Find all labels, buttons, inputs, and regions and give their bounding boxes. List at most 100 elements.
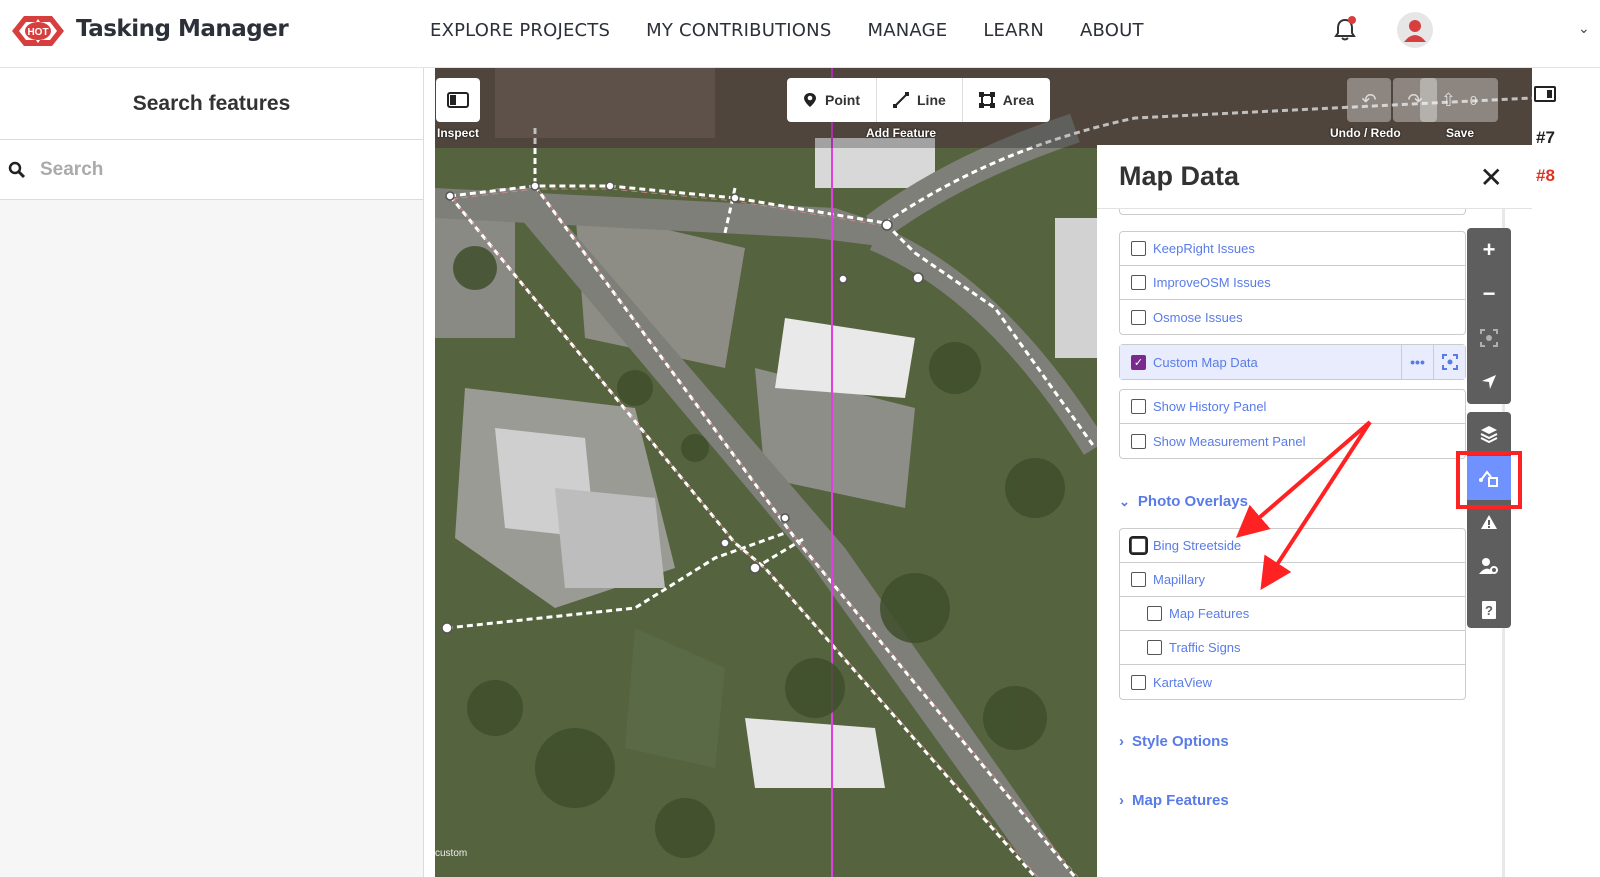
point-label: Point bbox=[825, 92, 860, 108]
zoom-controls: + − bbox=[1467, 228, 1511, 404]
sidebar-header: Search features bbox=[0, 68, 423, 140]
checkbox[interactable] bbox=[1131, 538, 1146, 553]
section-title: Map Features bbox=[1132, 792, 1229, 809]
annotation-tag-b: #8 bbox=[1536, 166, 1555, 185]
more-options-button[interactable]: ••• bbox=[1401, 345, 1433, 379]
inspect-toggle-button[interactable] bbox=[436, 78, 480, 122]
photo-overlays-list: Bing Streetside Mapillary Map Features T… bbox=[1119, 528, 1466, 700]
line-label: Line bbox=[917, 92, 946, 108]
zoom-out-button[interactable]: − bbox=[1467, 272, 1511, 316]
plus-icon: + bbox=[1482, 237, 1496, 262]
issues-button[interactable] bbox=[1467, 500, 1511, 544]
add-feature-label: Add Feature bbox=[866, 126, 937, 140]
imagery-attribution: custom bbox=[435, 848, 468, 859]
svg-text:?: ? bbox=[1485, 603, 1493, 618]
location-arrow-icon bbox=[1482, 375, 1496, 389]
search-icon bbox=[8, 161, 26, 178]
add-point-button[interactable]: Point bbox=[787, 78, 877, 122]
chevron-down-icon: ⌄ bbox=[1119, 493, 1130, 509]
map-data-header: Map Data ✕ bbox=[1097, 145, 1532, 209]
logo-text: HOT bbox=[27, 27, 48, 38]
nav-explore-projects[interactable]: EXPLORE PROJECTS bbox=[430, 20, 610, 41]
preferences-button[interactable] bbox=[1467, 544, 1511, 588]
background-layers-button[interactable] bbox=[1467, 412, 1511, 456]
user-avatar[interactable] bbox=[1397, 12, 1433, 48]
layer-label: Osmose Issues bbox=[1153, 309, 1243, 325]
panels-list: Show History Panel Show Measurement Pane… bbox=[1119, 389, 1466, 459]
nav-manage[interactable]: MANAGE bbox=[867, 20, 947, 41]
save-label: Save bbox=[1446, 126, 1475, 140]
overlay-label: Traffic Signs bbox=[1169, 640, 1241, 655]
zoom-selection-icon bbox=[1480, 329, 1498, 347]
main-nav: EXPLORE PROJECTS MY CONTRIBUTIONS MANAGE… bbox=[430, 20, 1144, 41]
add-line-button[interactable]: Line bbox=[877, 78, 963, 122]
checkbox[interactable] bbox=[1131, 572, 1146, 587]
nav-my-contributions[interactable]: MY CONTRIBUTIONS bbox=[646, 20, 831, 41]
checkbox[interactable] bbox=[1147, 606, 1162, 621]
overlay-label: KartaView bbox=[1153, 674, 1213, 690]
photo-overlays-section-toggle[interactable]: ⌄ Photo Overlays bbox=[1119, 493, 1248, 510]
layer-keepright[interactable]: KeepRight Issues bbox=[1120, 232, 1465, 266]
overlay-bing-streetside[interactable]: Bing Streetside bbox=[1120, 529, 1465, 563]
overlay-mapillary[interactable]: Mapillary bbox=[1120, 563, 1465, 597]
close-icon[interactable]: ✕ bbox=[1480, 161, 1503, 194]
panel-toggle-icon[interactable] bbox=[1534, 86, 1556, 102]
style-options-section-toggle[interactable]: › Style Options bbox=[1119, 733, 1229, 750]
hot-logo-icon[interactable]: HOT bbox=[10, 12, 66, 50]
checkbox[interactable] bbox=[1131, 309, 1146, 325]
annotation-tag-a: #7 bbox=[1536, 128, 1555, 147]
layers-icon bbox=[1480, 426, 1498, 443]
layer-label: Custom Map Data bbox=[1153, 354, 1258, 370]
chevron-down-icon[interactable]: ⌄ bbox=[1578, 20, 1590, 37]
overlay-label: Mapillary bbox=[1153, 572, 1206, 587]
search-bar bbox=[0, 140, 423, 200]
zoom-in-button[interactable]: + bbox=[1467, 228, 1511, 272]
overlay-label: Bing Streetside bbox=[1153, 538, 1242, 553]
nav-learn[interactable]: LEARN bbox=[983, 20, 1044, 41]
notifications-bell-icon[interactable] bbox=[1333, 16, 1357, 42]
help-button[interactable]: ? bbox=[1467, 588, 1511, 632]
inspect-label: Inspect bbox=[437, 126, 480, 140]
checkbox[interactable] bbox=[1131, 399, 1146, 414]
layer-osmose[interactable]: Osmose Issues bbox=[1120, 300, 1465, 334]
zoom-to-data-button[interactable] bbox=[1433, 345, 1465, 379]
layer-custom-map-data[interactable]: ✓ Custom Map Data ••• bbox=[1120, 345, 1465, 379]
point-marker-icon bbox=[804, 93, 816, 107]
toggle-history-panel[interactable]: Show History Panel bbox=[1120, 390, 1465, 424]
panel-controls: ? bbox=[1467, 412, 1511, 628]
section-title: Photo Overlays bbox=[1137, 493, 1248, 510]
overlay-traffic-signs[interactable]: Traffic Signs bbox=[1120, 631, 1465, 665]
checkbox[interactable] bbox=[1131, 674, 1146, 690]
overlay-map-features[interactable]: Map Features bbox=[1120, 597, 1465, 631]
zoom-to-icon bbox=[1441, 354, 1458, 370]
map-data-icon bbox=[1479, 470, 1498, 487]
checkbox[interactable] bbox=[1147, 640, 1162, 655]
warning-icon bbox=[1481, 515, 1497, 529]
undo-icon: ↶ bbox=[1361, 89, 1377, 110]
top-navbar: HOT Tasking Manager EXPLORE PROJECTS MY … bbox=[0, 0, 1600, 68]
checkbox[interactable] bbox=[1131, 433, 1146, 449]
overlay-kartaview[interactable]: KartaView bbox=[1120, 665, 1465, 699]
zoom-to-selection-button[interactable] bbox=[1467, 316, 1511, 360]
add-feature-group: Point Line Area bbox=[787, 78, 1050, 122]
issues-list: KeepRight Issues ImproveOSM Issues Osmos… bbox=[1119, 231, 1466, 335]
checkbox[interactable] bbox=[1131, 241, 1146, 256]
layer-label: KeepRight Issues bbox=[1153, 241, 1255, 256]
layer-improveosm[interactable]: ImproveOSM Issues bbox=[1120, 266, 1465, 300]
custom-data-list: ✓ Custom Map Data ••• bbox=[1119, 344, 1466, 380]
geolocate-button[interactable] bbox=[1467, 360, 1511, 404]
search-input[interactable] bbox=[40, 158, 400, 181]
checkbox-checked[interactable]: ✓ bbox=[1131, 354, 1146, 370]
toggle-measurement-panel[interactable]: Show Measurement Panel bbox=[1120, 424, 1465, 458]
nav-about[interactable]: ABOUT bbox=[1080, 20, 1144, 41]
add-area-button[interactable]: Area bbox=[963, 78, 1050, 122]
undo-button[interactable]: ↶ bbox=[1347, 78, 1391, 122]
user-settings-icon bbox=[1479, 558, 1498, 574]
checkbox[interactable] bbox=[1131, 275, 1146, 290]
sidebar-title: Search features bbox=[132, 91, 291, 115]
map-features-section-toggle[interactable]: › Map Features bbox=[1119, 792, 1229, 809]
map-data-button[interactable] bbox=[1467, 456, 1511, 500]
app-title[interactable]: Tasking Manager bbox=[76, 16, 289, 42]
chevron-right-icon: › bbox=[1119, 733, 1124, 750]
save-button[interactable]: ⇧ 0 bbox=[1420, 78, 1498, 122]
